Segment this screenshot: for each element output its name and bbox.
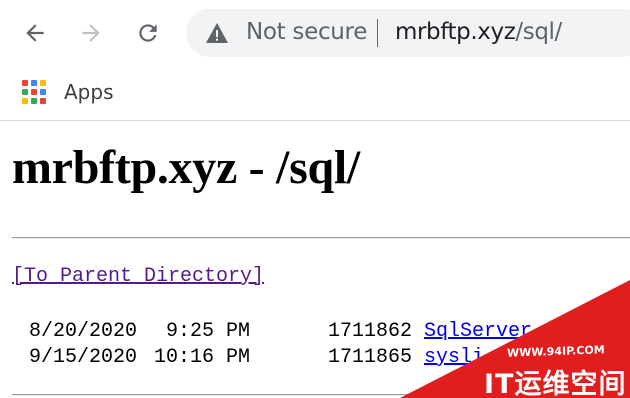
apps-grid-dot <box>22 89 28 95</box>
url-host: mrbftp.xyz <box>395 19 516 45</box>
reload-button[interactable] <box>128 13 168 53</box>
file-time: 10:16 PM <box>153 346 250 369</box>
watermark-brand: IT运维空间 <box>484 369 627 398</box>
bookmarks-bar: Apps <box>0 66 630 120</box>
warning-triangle-icon[interactable] <box>205 22 229 44</box>
apps-label: Apps <box>64 80 114 104</box>
url-path: /sql/ <box>515 19 562 45</box>
security-status-label[interactable]: Not secure <box>246 19 367 45</box>
file-link[interactable]: SqlServer <box>424 320 532 344</box>
file-row: 9/15/2020 10:16 PM 1711865 sysli <box>12 346 484 370</box>
parent-directory-link[interactable]: [To Parent Directory] <box>12 265 264 289</box>
url-text[interactable]: mrbftp.xyz/sql/ <box>395 19 562 45</box>
address-separator <box>377 19 378 47</box>
horizontal-rule <box>12 394 630 396</box>
chrome-divider <box>0 120 630 121</box>
apps-grid-dot <box>31 98 37 104</box>
horizontal-rule <box>12 237 630 239</box>
forward-button[interactable] <box>71 13 111 53</box>
back-button[interactable] <box>15 13 55 53</box>
arrow-right-icon <box>82 24 100 42</box>
address-bar[interactable]: Not secure mrbftp.xyz/sql/ <box>186 9 630 57</box>
reload-icon <box>139 24 157 42</box>
file-date: 8/20/2020 <box>28 320 137 343</box>
arrow-left-icon <box>26 24 44 42</box>
file-date: 9/15/2020 <box>28 346 137 369</box>
apps-grid-dot <box>31 89 37 95</box>
apps-grid-dot <box>40 80 46 86</box>
apps-grid-dot <box>40 98 46 104</box>
file-row: 8/20/2020 9:25 PM 1711862 SqlServer <box>12 320 532 344</box>
file-link[interactable]: sysli <box>424 346 484 370</box>
browser-toolbar: Not secure mrbftp.xyz/sql/ <box>0 0 630 66</box>
apps-grid-dot <box>40 89 46 95</box>
file-time: 9:25 PM <box>165 320 250 343</box>
file-size: 1711862 <box>327 320 412 343</box>
apps-grid-dot <box>22 98 28 104</box>
apps-grid-dot <box>31 80 37 86</box>
watermark-url: WWW.94IP.COM <box>507 343 605 360</box>
apps-grid-dot <box>22 80 28 86</box>
file-size: 1711865 <box>327 346 412 369</box>
page-title: mrbftp.xyz - /sql/ <box>12 141 360 194</box>
apps-bookmark[interactable]: Apps <box>22 77 114 107</box>
apps-grid-icon <box>22 80 46 104</box>
